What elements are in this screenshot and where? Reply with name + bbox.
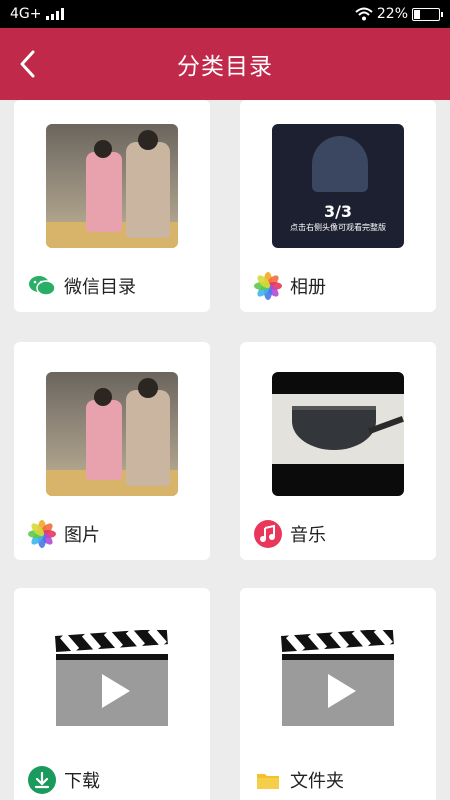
category-label-row: 文件夹 [254,766,344,794]
thumbnail-image [46,372,178,496]
category-label: 相册 [290,277,326,298]
category-card-download[interactable]: 下载 [14,588,210,800]
battery-percent: 22% [376,6,408,22]
network-type: 4G+ [10,6,42,22]
battery-icon [412,7,443,21]
category-label-row: 音乐 [254,520,326,548]
photos-app-icon [28,520,56,548]
back-button[interactable] [10,46,46,82]
wifi-icon [355,7,373,21]
signal-icon [45,8,64,20]
category-card-music[interactable]: 音乐 [240,342,436,560]
status-bar: 4G+ 22% [0,0,450,28]
video-clapper-icon [55,630,168,726]
thumbnail-image [272,372,404,496]
video-count-text: 3/3 [323,202,353,221]
folder-icon [254,766,282,794]
download-icon [28,766,56,794]
thumbnail-video: 3/3 点击右侧头像可观看完整版 [272,124,404,248]
status-right: 22% [355,6,443,22]
category-label: 音乐 [290,525,326,546]
category-label-row: 微信目录 [28,272,136,300]
photos-app-icon [254,272,282,300]
video-caption-text: 点击右侧头像可观看完整版 [290,223,386,232]
category-label-row: 图片 [28,520,100,548]
back-arrow-icon [20,50,35,78]
page-title: 分类目录 [177,54,273,80]
wechat-icon [28,272,56,300]
app-header: 分类目录 [0,28,450,100]
video-clapper-icon [281,630,394,726]
category-card-album[interactable]: 3/3 点击右侧头像可观看完整版 相册 [240,100,436,312]
music-note-icon [254,520,282,548]
category-label: 图片 [64,525,100,546]
category-card-pictures[interactable]: 图片 [14,342,210,560]
status-left: 4G+ [10,6,64,22]
thumbnail-image [46,124,178,248]
category-card-folder[interactable]: 文件夹 [240,588,436,800]
category-label: 下载 [64,771,100,792]
category-label: 文件夹 [290,771,344,792]
category-card-wechat[interactable]: 微信目录 [14,100,210,312]
category-label: 微信目录 [64,277,136,298]
category-label-row: 下载 [28,766,100,794]
category-label-row: 相册 [254,272,326,300]
